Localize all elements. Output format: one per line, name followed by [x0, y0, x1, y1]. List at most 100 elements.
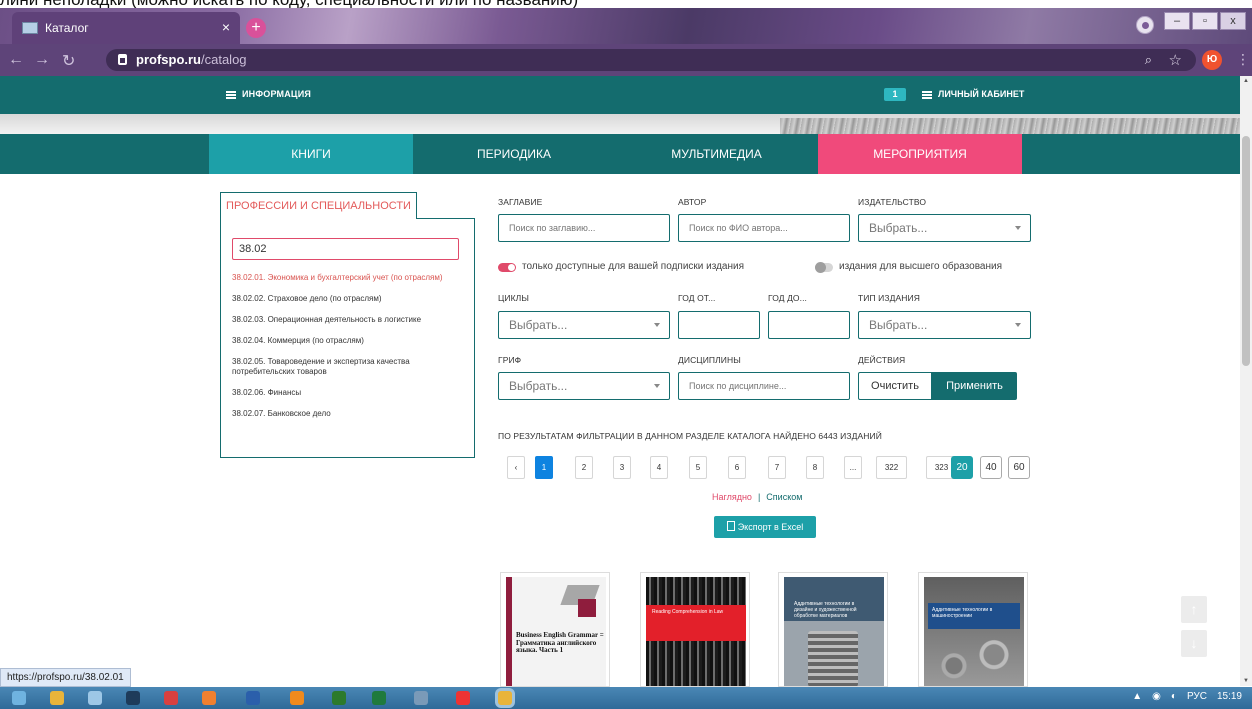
- tab-close-icon[interactable]: ×: [222, 19, 230, 35]
- clock[interactable]: 15:19: [1217, 691, 1242, 702]
- tray-expand-icon[interactable]: ▲: [1132, 691, 1142, 702]
- tab-events[interactable]: МЕРОПРИЯТИЯ: [818, 134, 1022, 174]
- book-card[interactable]: Аддитивные технологии в дизайне и художе…: [778, 572, 888, 687]
- specialty-item[interactable]: 38.02.04. Коммерция (по отраслям): [232, 336, 468, 346]
- page-button[interactable]: 4: [650, 456, 668, 479]
- book-card[interactable]: Аддитивные технологии в машиностроении: [918, 572, 1028, 687]
- new-tab-button[interactable]: +: [246, 18, 266, 38]
- network-icon[interactable]: ◉: [1152, 691, 1161, 702]
- specialty-item[interactable]: 38.02.02. Страховое дело (по отраслям): [232, 294, 468, 304]
- scroll-down-button[interactable]: ↓: [1181, 630, 1207, 657]
- volume-icon[interactable]: ◐: [1171, 691, 1177, 702]
- available-only-toggle[interactable]: [498, 263, 516, 272]
- page-button[interactable]: 3: [613, 456, 631, 479]
- per-page-20[interactable]: 20: [951, 456, 973, 479]
- document-icon: [726, 521, 735, 531]
- zoom-icon[interactable]: ⌕: [1145, 52, 1152, 68]
- chevron-down-icon: [1015, 323, 1021, 327]
- user-avatar[interactable]: Ю: [1202, 50, 1222, 70]
- minimize-button[interactable]: –: [1164, 12, 1190, 30]
- firefox-icon[interactable]: [290, 691, 304, 705]
- browser-profile-icon[interactable]: [1136, 16, 1154, 34]
- forward-arrow-icon[interactable]: →: [34, 51, 50, 69]
- tab-multimedia[interactable]: МУЛЬТИМЕДИА: [615, 134, 818, 174]
- yandex-icon[interactable]: [164, 691, 178, 705]
- app-icon[interactable]: [126, 691, 140, 705]
- per-page-60[interactable]: 60: [1008, 456, 1030, 479]
- page-ellipsis: ...: [844, 456, 862, 479]
- chrome-active-icon[interactable]: [498, 691, 512, 705]
- scrollbar-up-arrow-icon[interactable]: ▲: [1243, 78, 1249, 84]
- page-button[interactable]: 2: [575, 456, 593, 479]
- specialty-item[interactable]: 38.02.03. Операционная деятельность в ло…: [232, 315, 468, 325]
- specialty-item[interactable]: 38.02.05. Товароведение и экспертиза кач…: [232, 357, 468, 377]
- edition-type-select[interactable]: Выбрать...: [858, 311, 1031, 339]
- browser-menu-icon[interactable]: ⋮: [1236, 51, 1250, 68]
- tab-periodicals[interactable]: ПЕРИОДИКА: [413, 134, 615, 174]
- prev-page-button[interactable]: ‹: [507, 456, 525, 479]
- view-visual-link[interactable]: Наглядно: [712, 492, 752, 502]
- author-search-input[interactable]: [678, 214, 850, 242]
- page-button[interactable]: 6: [728, 456, 746, 479]
- status-bar-url: https://profspo.ru/38.02.01: [0, 668, 131, 687]
- book-cover: Reading Comprehension in Law: [646, 577, 746, 686]
- page-button[interactable]: 5: [689, 456, 707, 479]
- page-button[interactable]: 7: [768, 456, 786, 479]
- apply-button[interactable]: Применить: [932, 372, 1017, 400]
- publisher-select[interactable]: Выбрать...: [858, 214, 1031, 242]
- page-button[interactable]: 322: [876, 456, 907, 479]
- professions-tab[interactable]: ПРОФЕССИИ И СПЕЦИАЛЬНОСТИ: [220, 192, 417, 219]
- specialty-item[interactable]: 38.02.01. Экономика и бухгалтерский учет…: [232, 273, 468, 283]
- scrollbar-thumb[interactable]: [1242, 136, 1250, 366]
- cycles-select[interactable]: Выбрать...: [498, 311, 670, 339]
- title-search-input[interactable]: [498, 214, 670, 242]
- book-cover: Business English Grammar = Грамматика ан…: [506, 577, 606, 686]
- language-indicator[interactable]: РУС: [1187, 691, 1207, 702]
- disciplines-search-input[interactable]: [678, 372, 850, 400]
- chrome-taskbar-icon[interactable]: [50, 691, 64, 705]
- specialty-item[interactable]: 38.02.07. Банковское дело: [232, 409, 468, 419]
- scroll-up-button[interactable]: ↑: [1181, 596, 1207, 623]
- book-card[interactable]: Reading Comprehension in Law: [640, 572, 750, 687]
- app-icon[interactable]: [332, 691, 346, 705]
- cycles-filter-label: ЦИКЛЫ: [498, 293, 529, 303]
- tab-books[interactable]: КНИГИ: [209, 134, 413, 174]
- browser-tab-catalog[interactable]: Каталог ×: [12, 12, 240, 44]
- page-scrollbar[interactable]: ▲ ▼: [1240, 76, 1252, 686]
- grif-select[interactable]: Выбрать...: [498, 372, 670, 400]
- reload-icon[interactable]: ↻: [62, 51, 75, 71]
- excel-icon[interactable]: [372, 691, 386, 705]
- page-button[interactable]: 1: [535, 456, 553, 479]
- restore-button[interactable]: ▫: [1192, 12, 1218, 30]
- year-from-input[interactable]: [678, 311, 760, 339]
- url-field[interactable]: profspo.ru/catalog ⌕ ☆: [106, 49, 1196, 71]
- bookmark-star-icon[interactable]: ☆: [1169, 51, 1182, 69]
- calculator-icon[interactable]: [88, 691, 102, 705]
- word-icon[interactable]: [246, 691, 260, 705]
- scrollbar-down-arrow-icon[interactable]: ▼: [1243, 678, 1249, 684]
- back-arrow-icon[interactable]: ←: [8, 51, 24, 69]
- chevron-down-icon: [654, 323, 660, 327]
- close-window-button[interactable]: x: [1220, 12, 1246, 30]
- select-value: Выбрать...: [509, 379, 568, 393]
- app-icon[interactable]: [414, 691, 428, 705]
- video-camera-badge[interactable]: 1: [884, 88, 906, 101]
- start-icon[interactable]: [12, 691, 26, 705]
- view-list-link[interactable]: Списком: [766, 492, 802, 502]
- specialty-search-input[interactable]: [232, 238, 459, 260]
- system-tray: ▲ ◉ ◐ РУС 15:19: [1132, 691, 1242, 702]
- export-excel-button[interactable]: Экспорт в Excel: [714, 516, 816, 538]
- book-cover-title: Reading Comprehension in Law: [652, 609, 724, 615]
- site-top-bar: ИНФОРМАЦИЯ 1 ЛИЧНЫЙ КАБИНЕТ: [0, 76, 1240, 114]
- app-icon[interactable]: [202, 691, 216, 705]
- higher-education-toggle[interactable]: [815, 262, 833, 273]
- per-page-40[interactable]: 40: [980, 456, 1002, 479]
- yandex-browser-icon[interactable]: [456, 691, 470, 705]
- personal-cabinet-link[interactable]: ЛИЧНЫЙ КАБИНЕТ: [922, 89, 1024, 99]
- book-card[interactable]: Business English Grammar = Грамматика ан…: [500, 572, 610, 687]
- year-to-input[interactable]: [768, 311, 850, 339]
- info-menu-link[interactable]: ИНФОРМАЦИЯ: [226, 89, 311, 99]
- clear-button[interactable]: Очистить: [858, 372, 932, 400]
- specialty-item[interactable]: 38.02.06. Финансы: [232, 388, 468, 398]
- page-button[interactable]: 8: [806, 456, 824, 479]
